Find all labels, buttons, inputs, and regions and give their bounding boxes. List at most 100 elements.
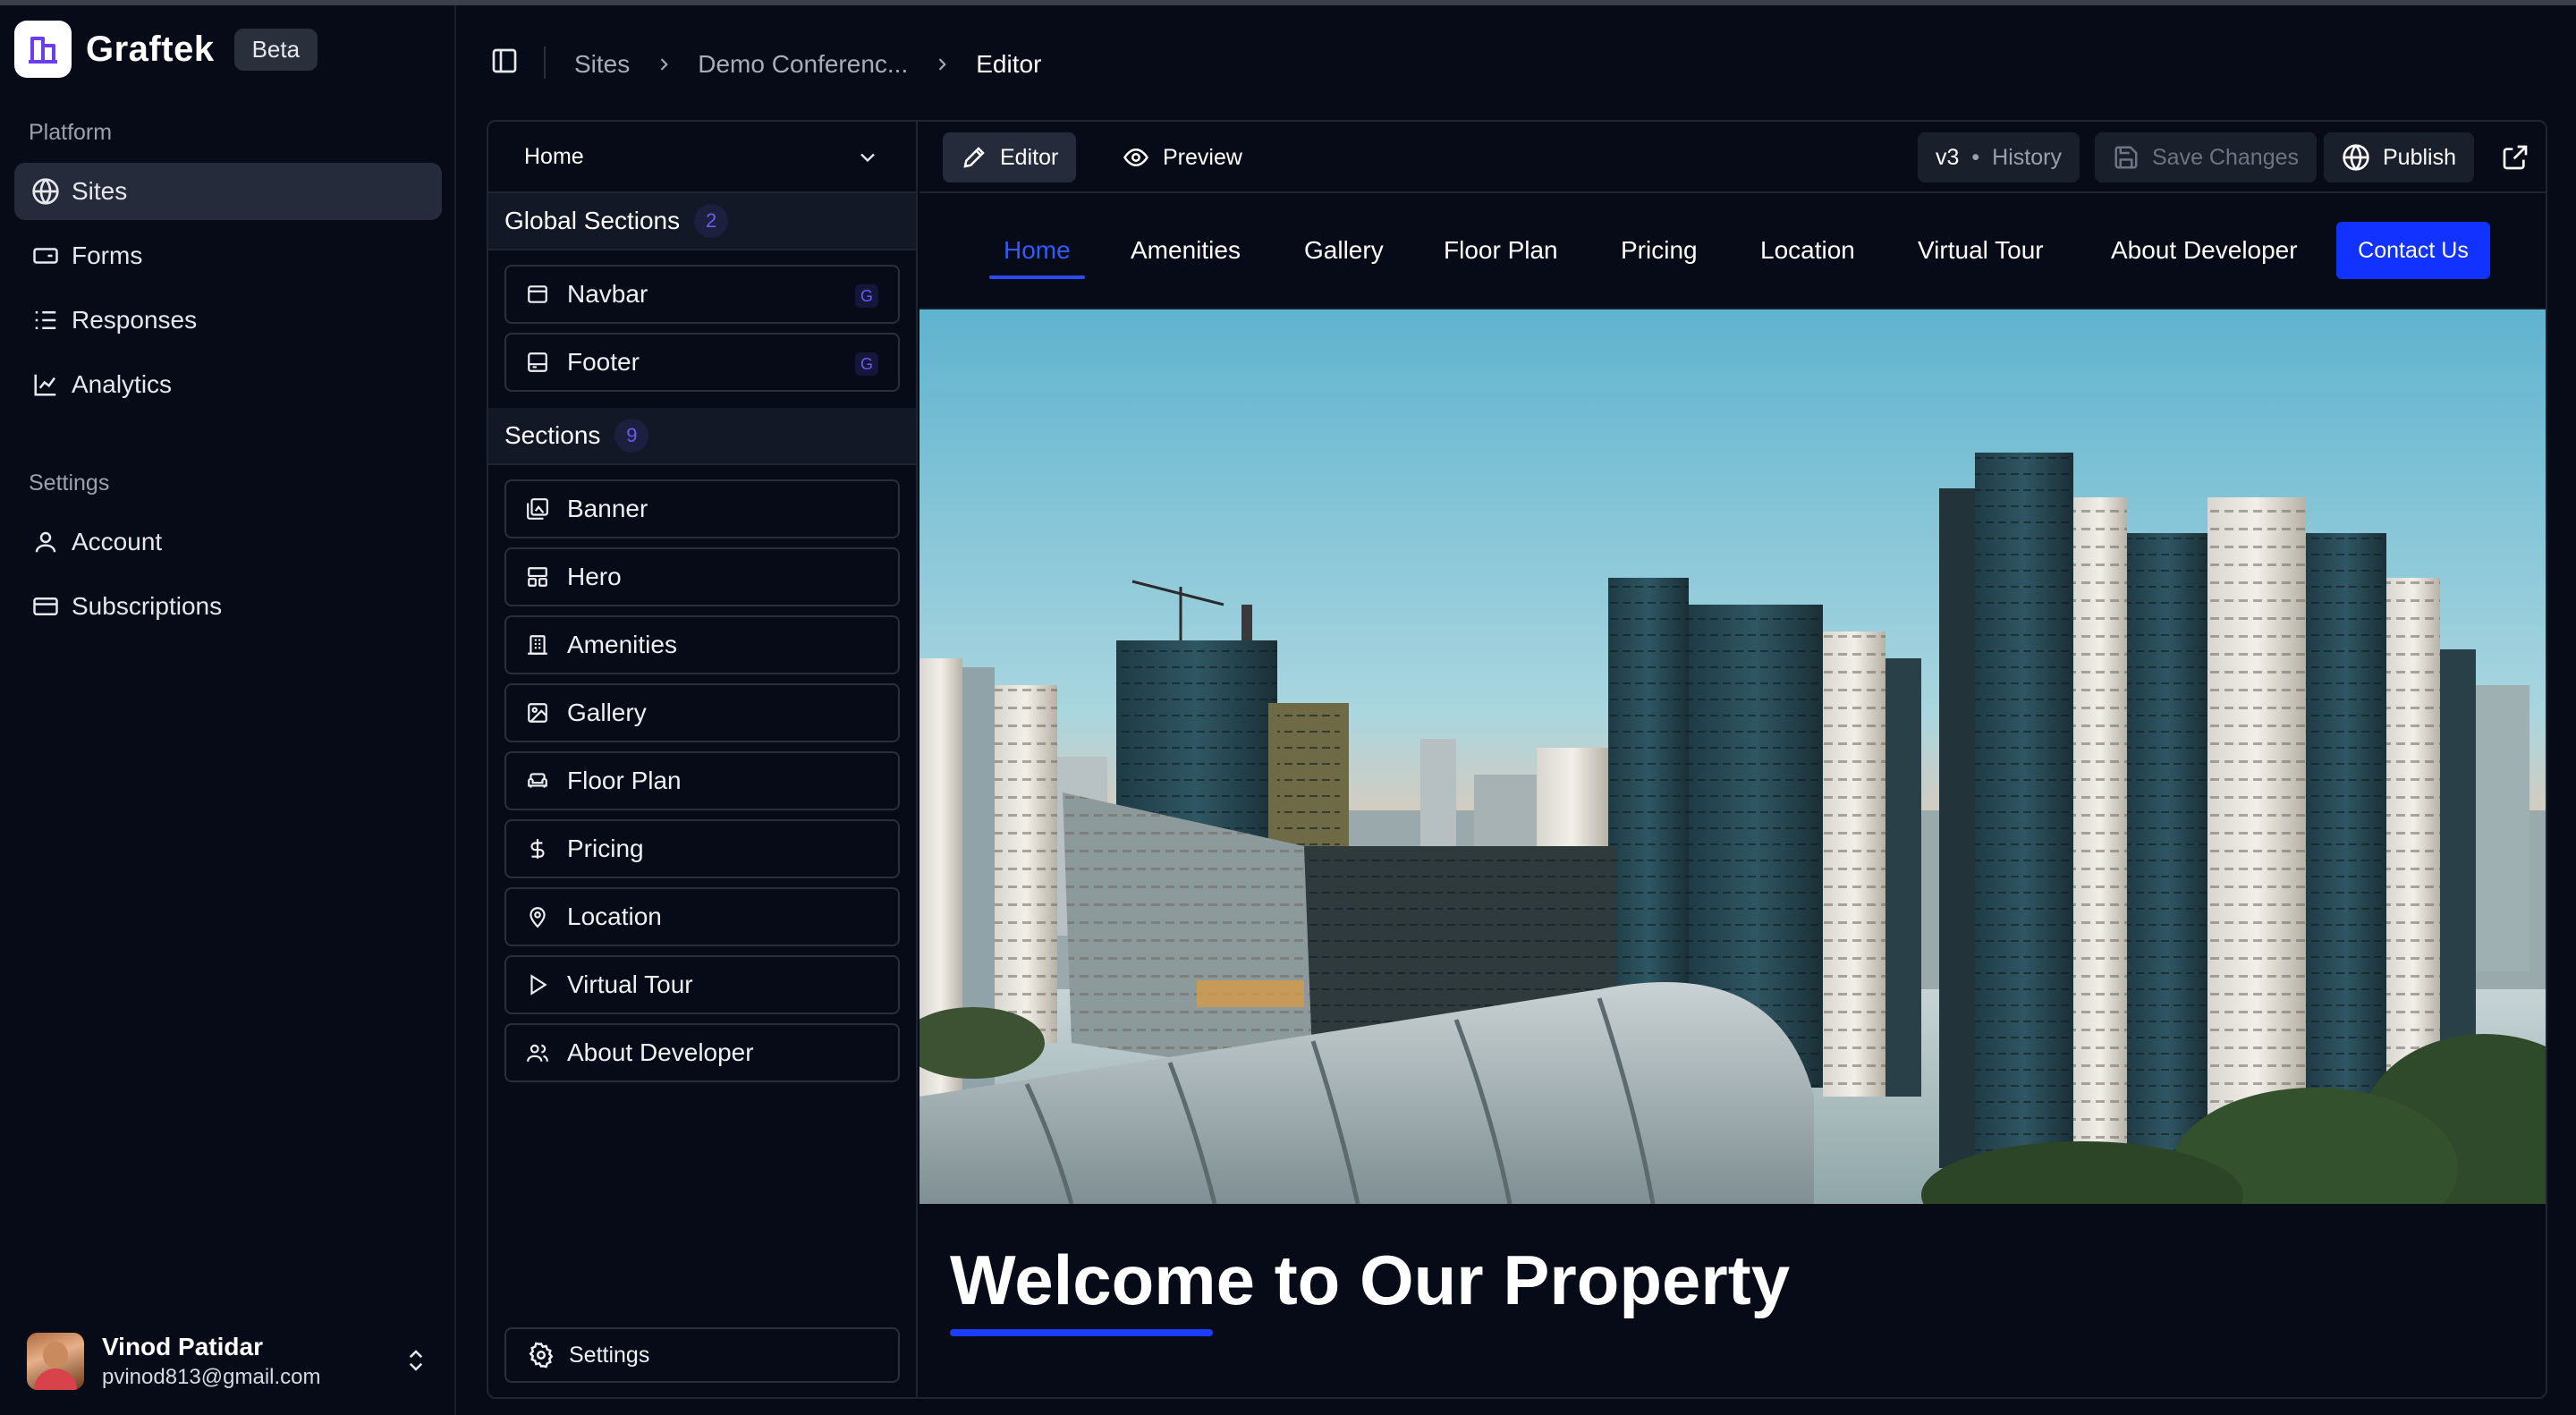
global-sections-count: 2 <box>694 204 729 238</box>
publish-label: Publish <box>2383 144 2456 170</box>
beta-badge: Beta <box>233 28 318 71</box>
chevron-right-icon <box>655 55 673 73</box>
app-sidebar: Graftek Beta Platform Sites Forms Respon… <box>0 5 456 1415</box>
graftek-logo-icon <box>14 21 72 78</box>
breadcrumb-sites[interactable]: Sites <box>574 50 630 79</box>
sections-panel: Home Global Sections 2 Navbar G Footer G… <box>488 122 918 1397</box>
site-preview[interactable]: Home Amenities Gallery Floor Plan Pricin… <box>919 195 2546 1397</box>
section-amenities[interactable]: Amenities <box>504 615 900 674</box>
images-icon <box>524 496 551 522</box>
building-icon <box>524 631 551 658</box>
site-nav-amenities[interactable]: Amenities <box>1131 236 1241 265</box>
form-icon <box>30 241 61 271</box>
cityscape-illustration <box>919 309 2546 1204</box>
list-icon <box>30 305 61 335</box>
brand[interactable]: Graftek Beta <box>14 20 318 79</box>
gear-icon <box>528 1342 555 1368</box>
global-sections-heading: Global Sections 2 <box>488 193 916 250</box>
globe-icon <box>30 176 61 207</box>
breadcrumb-site[interactable]: Demo Conferenc... <box>698 50 908 79</box>
section-item-label: About Developer <box>567 1038 754 1066</box>
editor-mode-label: Editor <box>1000 144 1059 170</box>
sidebar-item-label: Responses <box>72 306 198 334</box>
global-section-navbar[interactable]: Navbar G <box>504 265 900 324</box>
editor-mode-button[interactable]: Editor <box>943 132 1077 182</box>
sidebar-item-forms[interactable]: Forms <box>14 227 442 284</box>
sidebar-item-label: Subscriptions <box>72 592 223 620</box>
sofa-icon <box>524 767 551 794</box>
image-icon <box>524 699 551 726</box>
section-virtual-tour[interactable]: Virtual Tour <box>504 955 900 1014</box>
welcome-heading: Welcome to Our Property <box>950 1241 1791 1319</box>
site-navbar: Home Amenities Gallery Floor Plan Pricin… <box>919 195 2546 309</box>
open-external-button[interactable] <box>2494 132 2537 182</box>
global-section-footer[interactable]: Footer G <box>504 333 900 392</box>
chevrons-up-down-icon[interactable] <box>402 1345 429 1380</box>
section-item-label: Banner <box>567 495 648 522</box>
sidebar-item-responses[interactable]: Responses <box>14 292 442 349</box>
section-gallery[interactable]: Gallery <box>504 683 900 742</box>
preview-mode-label: Preview <box>1163 144 1242 170</box>
user-menu[interactable]: Vinod Patidar pvinod813@gmail.com <box>27 1326 429 1397</box>
sidebar-item-sites[interactable]: Sites <box>14 163 442 220</box>
globe-icon <box>2342 143 2370 172</box>
sidebar-item-subscriptions[interactable]: Subscriptions <box>14 578 442 635</box>
section-item-label: Hero <box>567 563 622 590</box>
preview-mode-button[interactable]: Preview <box>1104 132 1260 182</box>
footer-icon <box>524 349 551 376</box>
section-about-developer[interactable]: About Developer <box>504 1023 900 1082</box>
sidebar-item-label: Forms <box>72 241 143 269</box>
chevron-down-icon <box>855 145 880 176</box>
hero-image <box>919 309 2546 1204</box>
chevron-right-icon <box>933 55 951 73</box>
section-banner[interactable]: Banner <box>504 479 900 538</box>
history-label: History <box>1992 144 2062 170</box>
sections-heading: Sections 9 <box>488 408 916 465</box>
heading-underline <box>950 1329 1213 1336</box>
section-pricing[interactable]: Pricing <box>504 819 900 878</box>
layout-icon <box>524 563 551 590</box>
publish-button[interactable]: Publish <box>2324 132 2474 182</box>
user-icon <box>30 527 61 557</box>
section-item-label: Location <box>567 902 662 930</box>
site-nav-pricing[interactable]: Pricing <box>1621 236 1698 265</box>
dollar-icon <box>524 835 551 862</box>
sidebar-item-label: Account <box>72 528 163 555</box>
section-item-label: Navbar <box>567 280 648 308</box>
section-location[interactable]: Location <box>504 887 900 946</box>
chart-line-icon <box>30 369 61 400</box>
editor-frame: Home Global Sections 2 Navbar G Footer G… <box>487 120 2547 1399</box>
global-badge: G <box>855 284 878 308</box>
section-floor-plan[interactable]: Floor Plan <box>504 751 900 810</box>
history-button[interactable]: v3 • History <box>1918 132 2080 182</box>
sidebar-item-label: Analytics <box>72 370 173 398</box>
sections-count: 9 <box>614 419 649 453</box>
save-changes-button[interactable]: Save Changes <box>2095 132 2318 182</box>
play-icon <box>524 971 551 998</box>
panel-settings-button[interactable]: Settings <box>504 1327 900 1383</box>
site-nav-virtual-tour[interactable]: Virtual Tour <box>1918 236 2044 265</box>
version-label: v3 <box>1936 144 1960 170</box>
sidebar-toggle-icon[interactable] <box>490 47 519 80</box>
section-hero[interactable]: Hero <box>504 547 900 606</box>
user-name: Vinod Patidar <box>102 1333 263 1360</box>
sidebar-item-account[interactable]: Account <box>14 513 442 571</box>
breadcrumb: Sites Demo Conferenc... Editor <box>574 50 1041 79</box>
site-nav-about-developer[interactable]: About Developer <box>2111 236 2298 265</box>
sidebar-item-analytics[interactable]: Analytics <box>14 356 442 413</box>
section-item-label: Amenities <box>567 631 677 658</box>
user-email: pvinod813@gmail.com <box>102 1365 321 1389</box>
page-select-value: Home <box>524 143 584 169</box>
card-icon <box>30 591 61 622</box>
site-nav-gallery[interactable]: Gallery <box>1304 236 1384 265</box>
contact-us-button[interactable]: Contact Us <box>2336 222 2490 279</box>
page-select[interactable]: Home <box>488 122 916 193</box>
window-right-edge <box>2551 5 2576 1415</box>
panel-settings-label: Settings <box>569 1342 650 1368</box>
site-nav-home[interactable]: Home <box>989 236 1085 279</box>
sections-title: Sections <box>504 421 601 449</box>
site-nav-location[interactable]: Location <box>1760 236 1855 265</box>
sidebar-item-label: Sites <box>72 177 128 205</box>
map-pin-icon <box>524 903 551 930</box>
site-nav-floor-plan[interactable]: Floor Plan <box>1444 236 1558 265</box>
